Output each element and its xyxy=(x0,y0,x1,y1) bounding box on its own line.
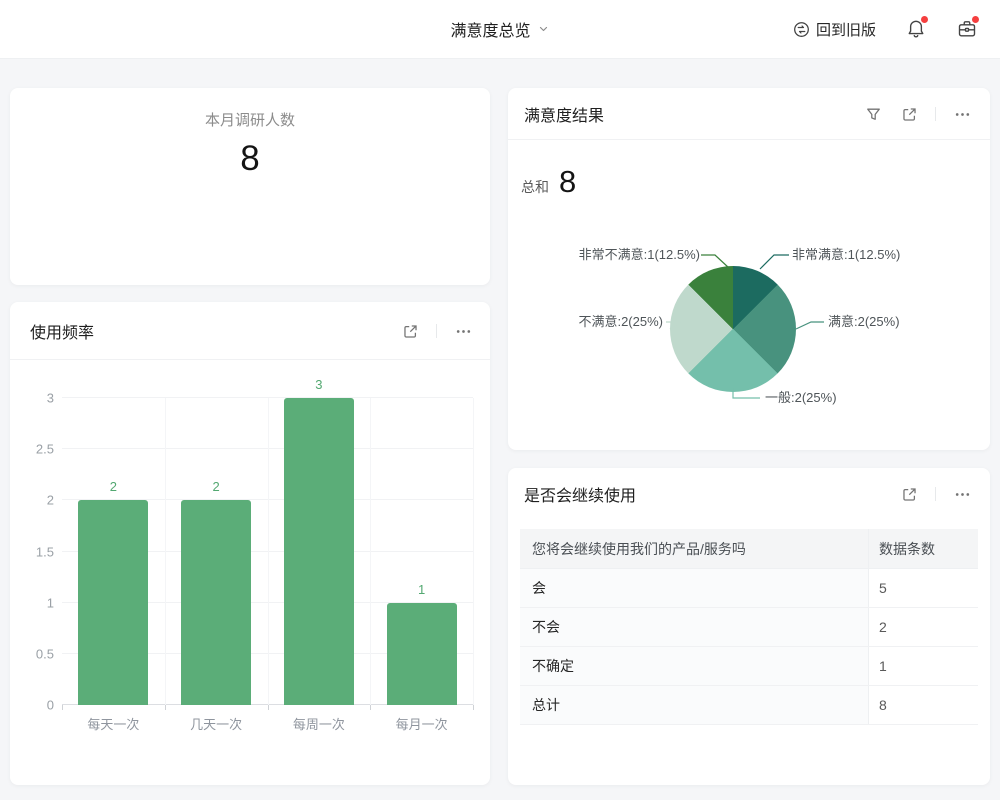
switch-version-icon xyxy=(793,21,810,38)
card-satisfaction-results: 满意度结果 总和 8 xyxy=(508,88,990,450)
satisfaction-total: 总和 8 xyxy=(521,166,576,197)
x-tick-label: 每月一次 xyxy=(396,714,448,733)
y-tick-label: 2 xyxy=(14,494,54,507)
workbench-badge xyxy=(971,15,980,24)
table-cell-count: 1 xyxy=(868,647,978,685)
y-tick-label: 1.5 xyxy=(14,545,54,558)
ellipsis-icon[interactable] xyxy=(453,321,473,341)
x-tick-label: 每天一次 xyxy=(87,714,139,733)
bar-每天一次 xyxy=(78,500,148,705)
card-continue-use: 是否会继续使用 您将会继续使用我们的产品/服务吗 数据条数 会5不会2不确定1总… xyxy=(508,468,990,785)
top-bar-actions: 回到旧版 xyxy=(793,0,978,58)
v-gridline xyxy=(268,398,269,705)
pie-leader-lines xyxy=(508,88,990,450)
bar-chart: 0 0.5 1 1.5 2 2.5 3 2 每天一次 2 几天一次 3 每周一次 1 每月一次 xyxy=(10,360,490,785)
chevron-down-icon xyxy=(538,23,550,35)
pie-label-very-satisfied: 非常满意:1(12.5%) xyxy=(792,248,900,262)
page-title: 满意度总览 xyxy=(450,17,530,41)
satisfaction-header: 满意度结果 xyxy=(508,88,990,140)
usage-frequency-title: 使用频率 xyxy=(30,319,400,343)
bar-chart-plot: 00.511.522.532每天一次2几天一次3每周一次1每月一次 xyxy=(62,398,473,705)
table-cell-count: 5 xyxy=(868,569,978,607)
header-divider xyxy=(436,324,437,338)
total-value: 8 xyxy=(559,166,576,197)
respondents-value: 8 xyxy=(10,139,490,179)
back-to-old-version-label: 回到旧版 xyxy=(816,19,876,40)
pie-label-satisfied: 满意:2(25%) xyxy=(828,315,900,329)
card-usage-frequency: 使用频率 0 0.5 1 1.5 2 2.5 3 2 每天一次 2 几天一次 3 每周一次 1 每月一次 xyxy=(10,302,490,785)
external-link-icon[interactable] xyxy=(400,321,420,341)
card-monthly-respondents: 本月调研人数 8 xyxy=(10,88,490,285)
bar-value-label: 1 xyxy=(418,583,425,596)
table-header-count: 数据条数 xyxy=(868,529,978,568)
table-cell-count: 2 xyxy=(868,608,978,646)
continue-use-header: 是否会继续使用 xyxy=(508,468,990,520)
axis-tick xyxy=(473,705,474,710)
satisfaction-title: 满意度结果 xyxy=(524,102,863,126)
table-cell-answer: 不确定 xyxy=(520,647,868,685)
y-tick-label: 3 xyxy=(14,392,54,405)
top-bar: 满意度总览 回到旧版 xyxy=(0,0,1000,59)
table-row: 总计8 xyxy=(520,686,978,725)
table-cell-answer: 总计 xyxy=(520,686,868,724)
table-cell-answer: 会 xyxy=(520,569,868,607)
ellipsis-icon[interactable] xyxy=(952,484,972,504)
table-row: 不确定1 xyxy=(520,647,978,686)
external-link-icon[interactable] xyxy=(899,104,919,124)
total-label: 总和 xyxy=(521,177,549,197)
bar-几天一次 xyxy=(181,500,251,705)
v-gridline xyxy=(165,398,166,705)
bar-value-label: 2 xyxy=(213,480,220,493)
continue-use-title: 是否会继续使用 xyxy=(524,482,899,506)
axis-tick xyxy=(62,705,63,710)
x-tick-label: 几天一次 xyxy=(190,714,242,733)
v-gridline xyxy=(473,398,474,705)
table-cell-count: 8 xyxy=(868,686,978,724)
pie-label-very-unsatisfied: 非常不满意:1(12.5%) xyxy=(508,248,700,262)
pie-chart: 非常满意:1(12.5%) 满意:2(25%) 一般:2(25%) 不满意:2(… xyxy=(508,88,990,450)
usage-frequency-header: 使用频率 xyxy=(10,302,490,360)
workbench-button[interactable] xyxy=(956,18,978,40)
axis-tick xyxy=(268,705,269,710)
bar-value-label: 2 xyxy=(110,480,117,493)
respondents-title: 本月调研人数 xyxy=(10,109,490,130)
y-tick-label: 0.5 xyxy=(14,647,54,660)
y-tick-label: 1 xyxy=(14,596,54,609)
funnel-icon[interactable] xyxy=(863,104,883,124)
y-tick-label: 2.5 xyxy=(14,443,54,456)
v-gridline xyxy=(370,398,371,705)
table-row: 不会2 xyxy=(520,608,978,647)
table-row: 会5 xyxy=(520,569,978,608)
external-link-icon[interactable] xyxy=(899,484,919,504)
pie-label-unsatisfied: 不满意:2(25%) xyxy=(508,315,663,329)
ellipsis-icon[interactable] xyxy=(952,104,972,124)
notifications-button[interactable] xyxy=(905,18,927,40)
page-title-dropdown[interactable]: 满意度总览 xyxy=(450,0,549,58)
continue-table: 您将会继续使用我们的产品/服务吗 数据条数 会5不会2不确定1总计8 xyxy=(520,529,978,725)
continue-table-header: 您将会继续使用我们的产品/服务吗 数据条数 xyxy=(520,529,978,569)
continue-table-rows: 会5不会2不确定1总计8 xyxy=(520,569,978,725)
axis-tick xyxy=(165,705,166,710)
y-tick-label: 0 xyxy=(14,699,54,712)
table-cell-answer: 不会 xyxy=(520,608,868,646)
bar-每周一次 xyxy=(284,398,354,705)
bar-value-label: 3 xyxy=(315,378,322,391)
table-header-question: 您将会继续使用我们的产品/服务吗 xyxy=(520,529,868,568)
back-to-old-version-button[interactable]: 回到旧版 xyxy=(793,19,876,40)
x-tick-label: 每周一次 xyxy=(293,714,345,733)
axis-tick xyxy=(370,705,371,710)
header-underline xyxy=(508,139,990,140)
header-divider xyxy=(935,107,936,121)
notification-badge xyxy=(920,15,929,24)
header-divider xyxy=(935,487,936,501)
pie-label-neutral: 一般:2(25%) xyxy=(765,391,837,405)
bar-每月一次 xyxy=(387,603,457,705)
pie xyxy=(670,266,796,392)
